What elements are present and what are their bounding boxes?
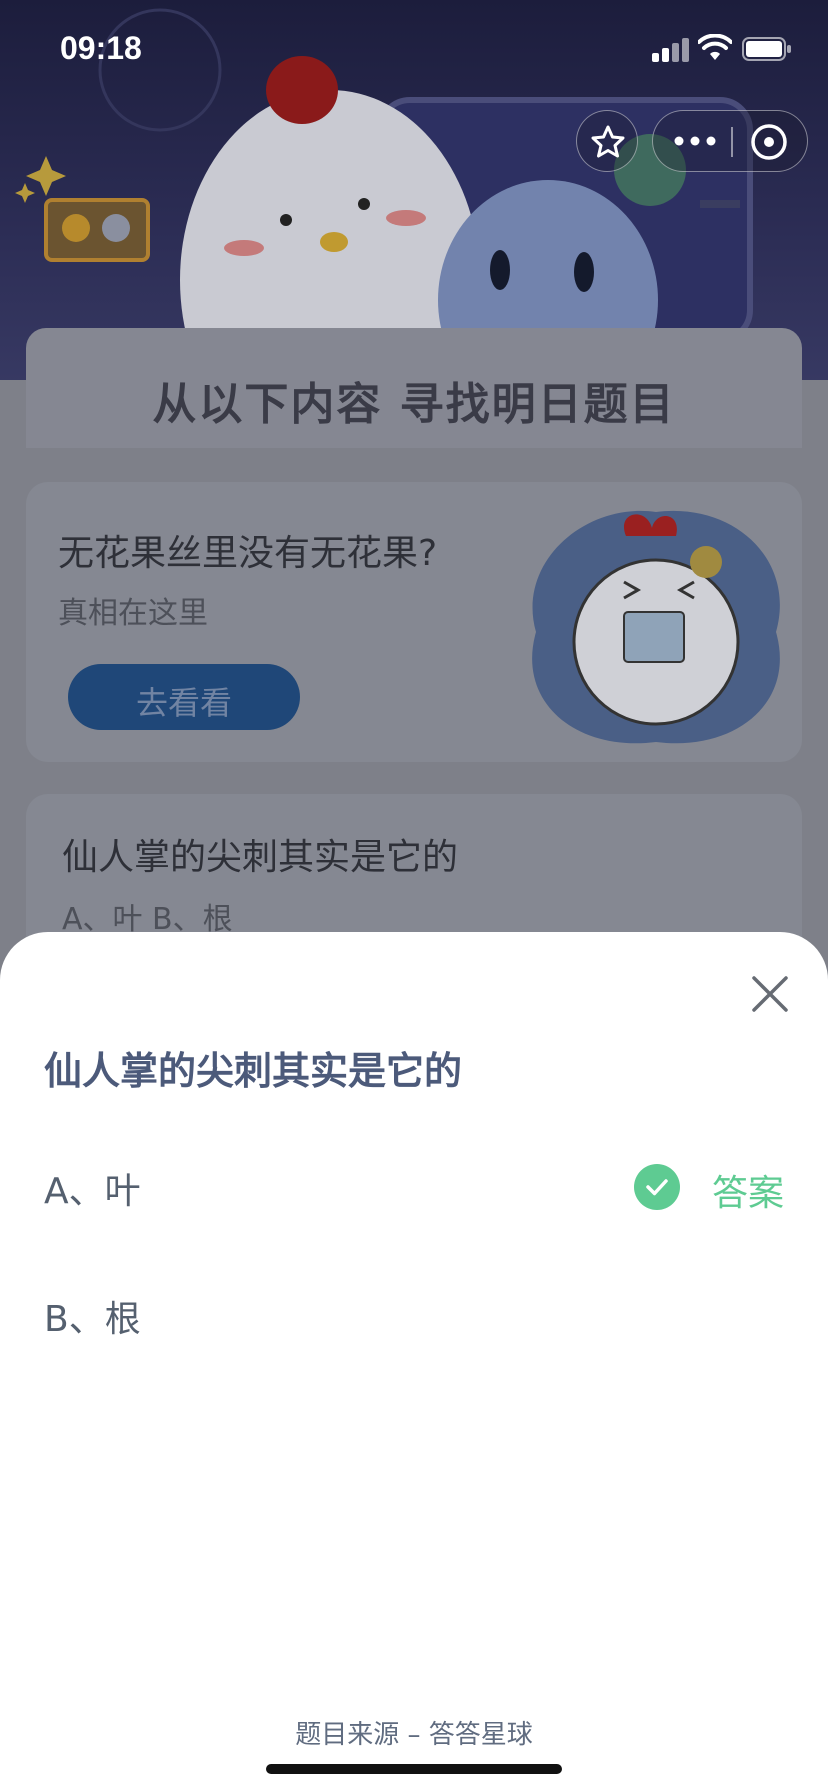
answer-sheet: 仙人掌的尖刺其实是它的 A、叶 答案 B、根 题目来源 – 答答星球 <box>0 932 828 1792</box>
option-b[interactable]: B、根 <box>44 1282 784 1342</box>
promo-button[interactable]: 去看看 <box>68 664 300 730</box>
option-b-label: B、根 <box>44 1299 141 1340</box>
battery-icon <box>742 37 791 61</box>
option-a[interactable]: A、叶 答案 <box>44 1154 784 1214</box>
sheet-question-title: 仙人掌的尖刺其实是它的 <box>44 1049 463 1093</box>
favorite-button[interactable] <box>576 110 638 172</box>
status-time: 09:18 <box>60 30 142 66</box>
section-header: 从以下内容 寻找明日题目 <box>26 328 802 448</box>
promo-subtitle: 真相在这里 <box>58 596 208 631</box>
chick-reading-illustration <box>532 510 780 744</box>
section-title: 从以下内容 寻找明日题目 <box>152 379 676 430</box>
star-icon <box>591 125 625 158</box>
promo-button-label: 去看看 <box>135 684 232 722</box>
option-a-label: A、叶 <box>44 1171 141 1212</box>
close-icon[interactable] <box>748 972 792 1016</box>
capsule-divider <box>731 127 733 157</box>
promo-title: 无花果丝里没有无花果? <box>58 533 438 574</box>
signal-icon <box>652 38 690 62</box>
more-icon[interactable] <box>671 131 719 151</box>
source-footer: 题目来源 – 答答星球 <box>295 1720 533 1750</box>
promo-card[interactable]: 无花果丝里没有无花果? 真相在这里 去看看 <box>26 482 802 762</box>
status-bar: 09:18 <box>0 0 828 100</box>
home-indicator[interactable] <box>266 1764 562 1774</box>
exit-icon[interactable] <box>749 122 789 162</box>
wifi-icon <box>698 34 732 60</box>
capsule-menu <box>652 110 808 172</box>
question-preview-title: 仙人掌的尖刺其实是它的 <box>62 837 459 878</box>
check-icon <box>634 1164 680 1210</box>
answer-label: 答案 <box>711 1173 784 1214</box>
